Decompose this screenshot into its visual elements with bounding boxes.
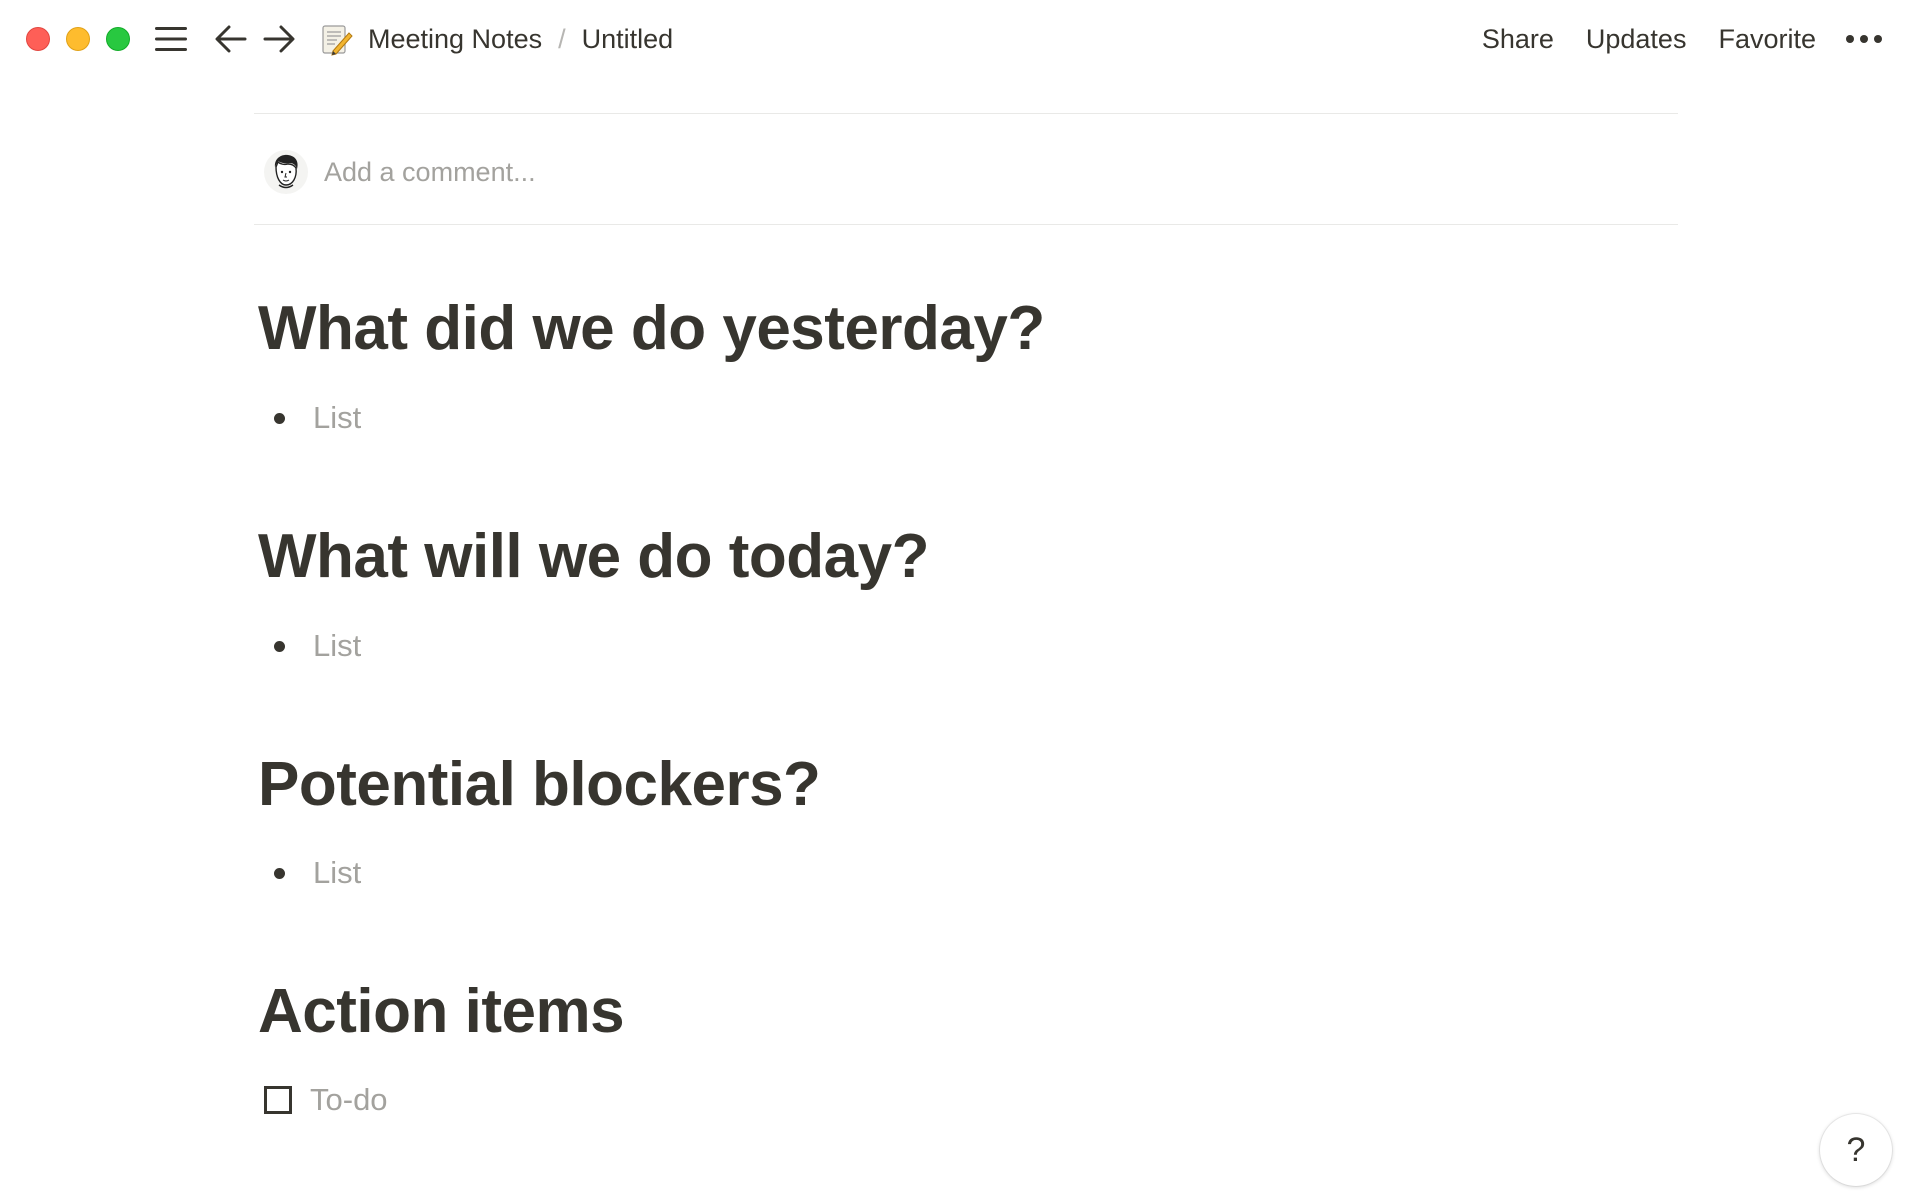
- todo-checkbox[interactable]: [264, 1086, 292, 1114]
- list-item[interactable]: List: [272, 626, 361, 666]
- comment-row: [264, 148, 1224, 196]
- memo-icon[interactable]: [318, 21, 354, 57]
- back-button[interactable]: [212, 20, 250, 58]
- list-placeholder: List: [313, 628, 362, 663]
- section-heading[interactable]: What did we do yesterday?: [258, 298, 1045, 360]
- help-button[interactable]: ?: [1820, 1114, 1892, 1186]
- page-actions: Share Updates Favorite: [1450, 18, 1882, 60]
- bullet-icon: [274, 867, 285, 879]
- sidebar-toggle-button[interactable]: [152, 20, 190, 58]
- window-close-button[interactable]: [26, 27, 50, 51]
- divider: [254, 113, 1678, 114]
- comment-input[interactable]: [324, 156, 1224, 188]
- list-placeholder: List: [313, 400, 362, 435]
- window-maximize-button[interactable]: [106, 27, 130, 51]
- arrow-right-icon: [263, 25, 295, 53]
- breadcrumb-parent[interactable]: Meeting Notes: [368, 24, 542, 55]
- favorite-button[interactable]: Favorite: [1718, 24, 1816, 55]
- breadcrumb-separator: /: [558, 23, 566, 54]
- window-minimize-button[interactable]: [66, 27, 90, 51]
- breadcrumb-current[interactable]: Untitled: [582, 24, 674, 55]
- updates-button[interactable]: Updates: [1586, 24, 1687, 55]
- arrow-left-icon: [215, 25, 247, 53]
- divider: [254, 224, 1678, 225]
- section-heading[interactable]: Action items: [258, 981, 625, 1043]
- share-button[interactable]: Share: [1482, 24, 1554, 55]
- section-heading[interactable]: What will we do today?: [258, 526, 930, 588]
- help-label: ?: [1846, 1130, 1866, 1169]
- list-placeholder: List: [313, 855, 362, 890]
- list-item[interactable]: List: [272, 398, 361, 438]
- ellipsis-icon: [1846, 35, 1882, 43]
- todo-item[interactable]: To-do: [264, 1080, 388, 1120]
- title-bar: Meeting Notes / Untitled Share Updates F…: [0, 0, 1920, 78]
- bullet-icon: [274, 412, 285, 424]
- bullet-icon: [274, 640, 285, 652]
- section-heading[interactable]: Potential blockers?: [258, 754, 821, 816]
- list-item[interactable]: List: [272, 853, 361, 893]
- forward-button[interactable]: [260, 20, 298, 58]
- avatar: [264, 150, 308, 194]
- more-options-button[interactable]: [1846, 35, 1882, 43]
- hamburger-menu-icon: [155, 27, 187, 51]
- breadcrumb: Meeting Notes / Untitled: [318, 18, 673, 60]
- todo-placeholder: To-do: [310, 1082, 388, 1117]
